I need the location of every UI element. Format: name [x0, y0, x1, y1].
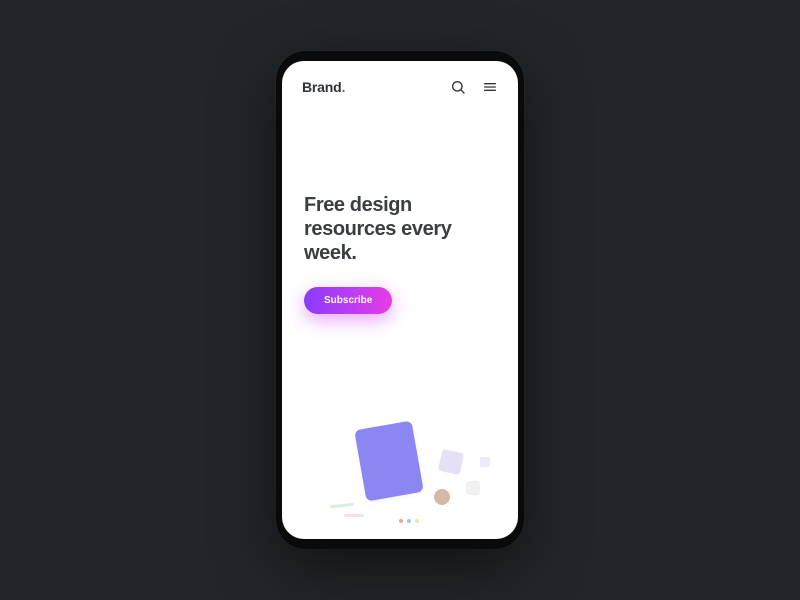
subscribe-button[interactable]: Subscribe [304, 287, 392, 314]
brand-dot: . [341, 79, 345, 95]
illustration-card [354, 421, 424, 502]
menu-icon[interactable] [482, 79, 498, 95]
search-icon[interactable] [450, 79, 466, 95]
brand-logo[interactable]: Brand. [302, 79, 345, 95]
header-actions [450, 79, 498, 95]
brand-name: Brand [302, 79, 341, 95]
illustration-small-square-1 [480, 457, 490, 467]
illustration-dots [398, 513, 422, 531]
hero-section: Free design resources every week. Subscr… [282, 103, 518, 314]
illustration-circle [434, 489, 450, 505]
app-screen: Brand. Free desig [282, 61, 518, 539]
illustration-small-square-2 [466, 481, 480, 495]
app-header: Brand. [282, 61, 518, 103]
hero-headline: Free design resources every week. [304, 193, 496, 265]
illustration-line-2 [344, 514, 364, 517]
phone-device-frame: Brand. Free desig [276, 51, 524, 549]
illustration-line-1 [330, 503, 354, 508]
illustration-square [438, 449, 464, 475]
hero-illustration [282, 389, 518, 539]
